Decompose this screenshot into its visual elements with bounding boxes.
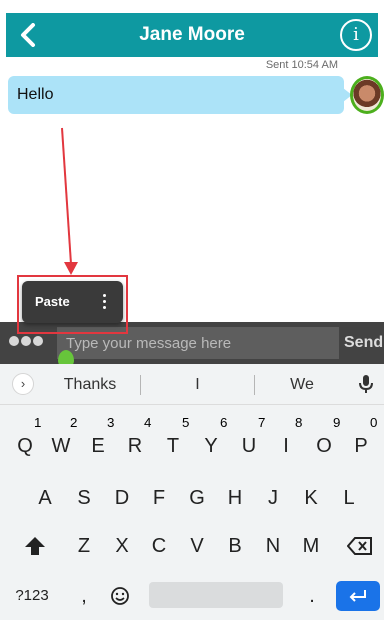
dots-icon	[9, 336, 19, 346]
key-hint-number: 7	[258, 415, 266, 430]
key-e[interactable]: E	[83, 426, 113, 466]
key-t[interactable]: T	[158, 426, 188, 466]
info-icon: i	[353, 24, 359, 45]
key-i[interactable]: I	[271, 426, 301, 466]
backspace-icon[interactable]	[347, 536, 373, 556]
enter-key[interactable]	[336, 581, 380, 611]
key-b[interactable]: B	[220, 526, 250, 566]
key-hint-number: 8	[295, 415, 303, 430]
back-button[interactable]	[6, 13, 50, 57]
key-hint-number: 4	[144, 415, 152, 430]
key-x[interactable]: X	[107, 526, 137, 566]
key-r[interactable]: R	[120, 426, 150, 466]
enter-icon	[349, 590, 366, 602]
key-hint-number: 6	[220, 415, 228, 430]
key-u[interactable]: U	[234, 426, 264, 466]
contact-name: Jane Moore	[139, 24, 245, 45]
shift-icon[interactable]	[24, 536, 46, 556]
key-p[interactable]: P	[346, 426, 376, 466]
suggestion-strip: › Thanks I We	[0, 364, 384, 405]
send-button[interactable]: Send	[344, 322, 384, 364]
chevron-right-icon[interactable]: ›	[12, 373, 34, 395]
message-text: Hello	[17, 86, 54, 103]
suggestion-divider	[254, 375, 255, 395]
soft-keyboard: › Thanks I We Q1W2E3R4T5Y6U7I8O9P0 ASDFG…	[0, 364, 384, 620]
key-d[interactable]: D	[107, 478, 137, 518]
key-y[interactable]: Y	[196, 426, 226, 466]
symbols-key[interactable]: ?123	[10, 578, 54, 614]
key-g[interactable]: G	[182, 478, 212, 518]
key-s[interactable]: S	[69, 478, 99, 518]
key-hint-number: 9	[333, 415, 341, 430]
period-key[interactable]: .	[302, 578, 322, 614]
header-bar: Jane Moore i	[6, 13, 378, 57]
key-q[interactable]: Q	[10, 426, 40, 466]
key-hint-number: 5	[182, 415, 190, 430]
key-n[interactable]: N	[258, 526, 288, 566]
key-c[interactable]: C	[144, 526, 174, 566]
key-a[interactable]: A	[30, 478, 60, 518]
suggestion-2[interactable]: I	[155, 364, 240, 405]
key-hint-number: 0	[370, 415, 378, 430]
suggestion-divider	[140, 375, 141, 395]
annotation-highlight-box	[17, 275, 128, 334]
key-w[interactable]: W	[46, 426, 76, 466]
key-o[interactable]: O	[309, 426, 339, 466]
sent-timestamp: Sent 10:54 AM	[265, 59, 338, 71]
more-options-button[interactable]	[9, 336, 49, 350]
info-button[interactable]: i	[340, 19, 372, 51]
key-m[interactable]: M	[296, 526, 326, 566]
emoji-icon[interactable]	[110, 586, 130, 606]
key-k[interactable]: K	[296, 478, 326, 518]
key-h[interactable]: H	[220, 478, 250, 518]
suggestion-1[interactable]: Thanks	[50, 364, 130, 405]
key-f[interactable]: F	[144, 478, 174, 518]
key-z[interactable]: Z	[69, 526, 99, 566]
key-j[interactable]: J	[258, 478, 288, 518]
back-arrow-icon	[21, 23, 35, 47]
key-v[interactable]: V	[182, 526, 212, 566]
key-hint-number: 1	[34, 415, 42, 430]
key-hint-number: 2	[70, 415, 78, 430]
suggestion-3[interactable]: We	[262, 364, 342, 405]
key-l[interactable]: L	[334, 478, 364, 518]
avatar[interactable]	[350, 76, 384, 114]
comma-key[interactable]: ,	[72, 578, 96, 614]
key-hint-number: 3	[107, 415, 115, 430]
message-bubble[interactable]: Hello	[8, 76, 352, 114]
mic-icon[interactable]	[358, 373, 374, 395]
space-key[interactable]	[149, 582, 283, 608]
